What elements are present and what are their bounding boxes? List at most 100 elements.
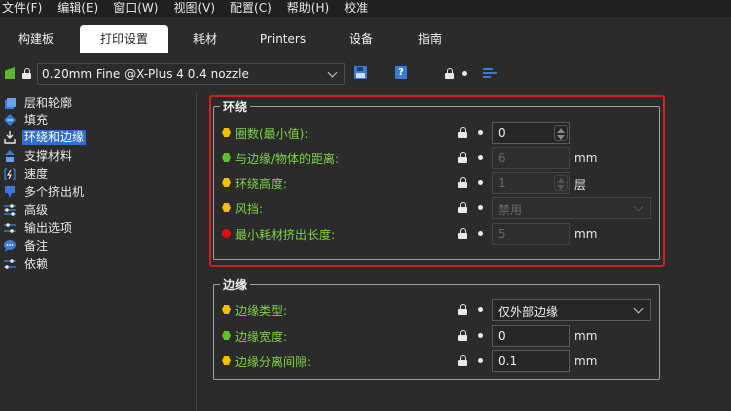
tab-guide[interactable]: 指南 xyxy=(405,25,455,53)
sidebar-item-extruders[interactable]: 多个挤出机 xyxy=(3,184,193,200)
tab-print-settings[interactable]: 打印设置 xyxy=(80,25,168,53)
draft-shield-select[interactable]: 禁用 xyxy=(492,197,651,219)
tab-bar: 构建板 打印设置 耗材 Printers 设备 指南 xyxy=(0,22,731,55)
lock-icon xyxy=(22,68,31,79)
skirt-height-input[interactable]: 1 xyxy=(492,172,570,194)
setting-row-min-extrusion: 最小耗材挤出长度: 5 mm xyxy=(222,223,662,245)
setting-label: 与边缘/物体的距离: xyxy=(235,152,340,166)
unit-label: mm xyxy=(574,227,598,241)
sidebar-item-layers[interactable]: 层和轮廓 xyxy=(3,95,193,111)
sidebar-item-label: 高级 xyxy=(24,202,49,217)
spin-buttons[interactable] xyxy=(554,175,568,191)
setting-row-brim-gap: 边缘分离间隙: 0.1 mm xyxy=(222,350,662,372)
menu-window[interactable]: 窗口(W) xyxy=(111,0,158,17)
spin-buttons[interactable] xyxy=(554,125,568,141)
menu-view[interactable]: 视图(V) xyxy=(171,0,215,17)
setting-row-skirt-height: 环绕高度: 1 层 xyxy=(222,172,662,194)
option-mode-icon xyxy=(222,203,231,212)
option-mode-icon xyxy=(222,331,231,340)
setting-label: 最小耗材挤出长度: xyxy=(235,228,336,242)
option-mode-icon xyxy=(222,305,231,314)
advanced-icon xyxy=(3,203,17,217)
setting-label: 边缘分离间隙: xyxy=(235,355,312,369)
preset-bar: 0.20mm Fine @X-Plus 4 0.4 nozzle ? xyxy=(0,58,731,90)
menu-help[interactable]: 帮助(H) xyxy=(285,0,329,17)
preset-dropdown[interactable]: 0.20mm Fine @X-Plus 4 0.4 nozzle xyxy=(37,63,345,85)
sidebar-item-label: 备注 xyxy=(24,238,49,253)
sidebar-item-skirt-brim[interactable]: 环绕和边缘 xyxy=(3,129,193,145)
sidebar-item-label: 速度 xyxy=(24,166,49,181)
option-mode-icon xyxy=(222,356,231,365)
speed-icon xyxy=(3,167,17,181)
infill-icon xyxy=(3,113,17,127)
setting-label: 边缘宽度: xyxy=(235,330,288,344)
dot-icon[interactable] xyxy=(478,333,483,338)
dot-icon[interactable] xyxy=(478,205,483,210)
unit-label: mm xyxy=(574,354,598,368)
dot-icon[interactable] xyxy=(478,307,483,312)
compare-icon[interactable] xyxy=(483,67,497,79)
menu-file[interactable]: 文件(F) xyxy=(0,0,42,17)
setting-label: 环绕高度: xyxy=(235,177,288,191)
brim-gap-input[interactable]: 0.1 xyxy=(492,350,570,372)
notes-icon xyxy=(3,239,17,253)
sidebar-item-label: 填充 xyxy=(24,112,49,127)
option-mode-icon xyxy=(222,153,231,162)
sidebar-item-notes[interactable]: 备注 xyxy=(3,238,193,254)
lock-icon[interactable] xyxy=(458,177,467,188)
unit-label: mm xyxy=(574,151,598,165)
chevron-down-icon xyxy=(633,201,644,212)
sidebar-item-label: 多个挤出机 xyxy=(24,184,85,199)
settings-sidebar: 层和轮廓 填充 环绕和边缘 支撑材料 速度 多个挤出机 高级 输出选项 备注 依… xyxy=(0,92,197,411)
lock-icon[interactable] xyxy=(458,330,467,341)
loops-input[interactable]: 0 xyxy=(492,122,570,144)
setting-label: 圈数(最小值): xyxy=(235,127,309,141)
dot-icon[interactable] xyxy=(478,231,483,236)
setting-row-loops: 圈数(最小值): 0 xyxy=(222,122,662,144)
sidebar-item-label: 依赖 xyxy=(24,256,49,271)
lock-icon[interactable] xyxy=(458,127,467,138)
sidebar-item-output[interactable]: 输出选项 xyxy=(3,220,193,236)
sidebar-item-dependencies[interactable]: 依赖 xyxy=(3,256,193,272)
option-mode-icon xyxy=(222,178,231,187)
tab-plater[interactable]: 构建板 xyxy=(5,25,67,53)
help-icon[interactable]: ? xyxy=(395,66,407,79)
distance-input[interactable]: 6 xyxy=(492,147,570,169)
menu-edit[interactable]: 编辑(E) xyxy=(55,0,98,17)
skirt-brim-icon xyxy=(3,130,17,144)
output-icon xyxy=(3,221,17,235)
setting-row-draft-shield: 风挡: 禁用 xyxy=(222,197,662,219)
tab-printers[interactable]: Printers xyxy=(252,25,314,53)
option-mode-icon xyxy=(222,229,231,238)
sidebar-item-speed[interactable]: 速度 xyxy=(3,166,193,182)
lock-icon[interactable] xyxy=(458,228,467,239)
min-extrusion-input[interactable]: 5 xyxy=(492,223,570,245)
dot-icon[interactable] xyxy=(462,71,467,76)
save-icon[interactable] xyxy=(354,66,367,79)
tab-device[interactable]: 设备 xyxy=(336,25,386,53)
sidebar-item-infill[interactable]: 填充 xyxy=(3,112,193,128)
sidebar-item-advanced[interactable]: 高级 xyxy=(3,202,193,218)
lock-icon[interactable] xyxy=(458,355,467,366)
tab-filament[interactable]: 耗材 xyxy=(180,25,230,53)
dot-icon[interactable] xyxy=(478,358,483,363)
lock-icon[interactable] xyxy=(458,304,467,315)
option-mode-icon xyxy=(222,128,231,137)
sidebar-item-label: 环绕和边缘 xyxy=(22,129,87,145)
brim-type-select[interactable]: 仅外部边缘 xyxy=(492,299,651,321)
brim-group-title: 边缘 xyxy=(220,276,251,293)
dot-icon[interactable] xyxy=(478,180,483,185)
brim-width-input[interactable]: 0 xyxy=(492,325,570,347)
sidebar-item-support[interactable]: 支撑材料 xyxy=(3,148,193,164)
lock-icon[interactable] xyxy=(445,68,454,79)
menu-calibrate[interactable]: 校准 xyxy=(342,0,368,17)
dot-icon[interactable] xyxy=(478,130,483,135)
unit-label: mm xyxy=(574,329,598,343)
sidebar-item-label: 层和轮廓 xyxy=(24,95,73,110)
lock-icon[interactable] xyxy=(458,202,467,213)
dot-icon[interactable] xyxy=(478,155,483,160)
menu-config[interactable]: 配置(C) xyxy=(228,0,272,17)
setting-row-distance: 与边缘/物体的距离: 6 mm xyxy=(222,147,662,169)
lock-icon[interactable] xyxy=(458,152,467,163)
chevron-down-icon xyxy=(633,303,644,314)
